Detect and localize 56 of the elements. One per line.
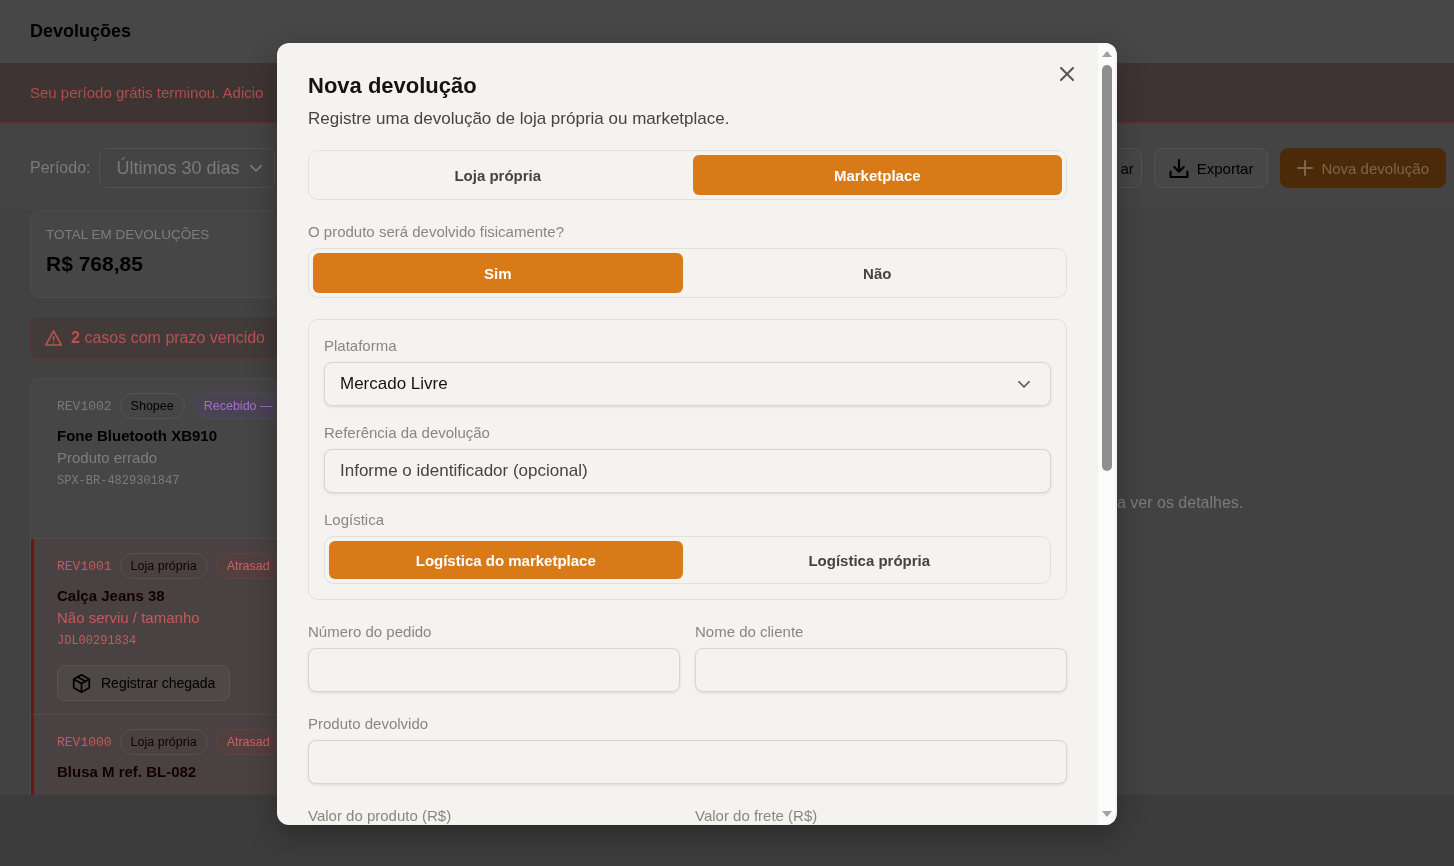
summary-value: R$ 768,85 xyxy=(46,251,144,277)
register-arrival-button[interactable]: Registrar chegada xyxy=(57,665,231,701)
field-label: O produto será devolvido fisicamente? xyxy=(308,222,565,242)
download-icon xyxy=(1168,158,1189,178)
tracking-code: JDL00291834 xyxy=(57,633,137,649)
return-card[interactable]: REV1000 Loja própria Atrasad Blusa M ref. BL-082 xyxy=(31,715,279,795)
warning-triangle-icon xyxy=(45,329,63,347)
field-label: Valor do produto (R$) xyxy=(308,806,453,825)
overdue-alert[interactable]: 2 casos com prazo vencido xyxy=(30,317,280,359)
field-label: Referência da devolução xyxy=(324,423,491,443)
text-field[interactable] xyxy=(695,648,1067,692)
scroll-down-arrow-icon[interactable] xyxy=(1101,811,1112,817)
return-card[interactable]: REV1001 Loja própria Atrasad Calça Jeans 38 Não serviu / tamanho JDL00291834 Registrar chegada xyxy=(31,539,279,715)
banner-text: Seu período grátis terminou. Adicio xyxy=(30,84,264,101)
segment-option[interactable]: Marketplace xyxy=(692,155,1062,195)
channel-tag: Loja própria xyxy=(119,553,208,579)
channel-tag: Loja própria xyxy=(119,729,208,755)
product-name: Fone Bluetooth XB910 xyxy=(57,427,217,445)
status-tag: Recebido — xyxy=(192,393,279,419)
return-reason: Não serviu / tamanho xyxy=(57,609,200,627)
return-id: REV1001 xyxy=(57,558,112,574)
segment-option[interactable]: Logística do marketplace xyxy=(329,541,683,579)
reference-field[interactable]: Informe o identificador (opcional) xyxy=(324,449,1051,493)
alert-text: 2 casos com prazo vencido xyxy=(71,329,265,347)
field-label: Logística xyxy=(324,510,386,530)
text-field[interactable] xyxy=(308,648,680,692)
page-title: Devoluções xyxy=(30,21,132,42)
chevron-down-icon xyxy=(249,164,262,172)
segment-option[interactable]: Sim xyxy=(313,253,683,293)
package-icon xyxy=(72,673,91,693)
close-icon xyxy=(1060,67,1074,81)
field-label: Nome do cliente xyxy=(695,622,805,642)
segment-option[interactable]: Logística própria xyxy=(692,541,1046,579)
channel-tag: Shopee xyxy=(119,393,185,419)
text-field[interactable] xyxy=(308,740,1067,784)
field-label: Plataforma xyxy=(324,336,398,356)
segment-option[interactable]: Loja própria xyxy=(313,155,683,195)
export-button[interactable]: Exportar xyxy=(1153,148,1269,188)
field-label: Número do pedido xyxy=(308,622,433,642)
scrollbar[interactable] xyxy=(1098,43,1115,825)
scroll-up-arrow-icon[interactable] xyxy=(1101,51,1112,57)
plus-icon xyxy=(1297,160,1314,176)
new-return-button[interactable]: Nova devolução xyxy=(1280,148,1446,188)
chevron-down-icon xyxy=(1018,380,1030,388)
product-name: Blusa M ref. BL-082 xyxy=(57,763,197,781)
field-label: Produto devolvido xyxy=(308,714,430,734)
scrollbar-thumb[interactable] xyxy=(1101,65,1112,471)
platform-select[interactable]: Mercado Livre xyxy=(324,362,1051,406)
dialog-title: Nova devolução xyxy=(308,72,478,100)
product-name: Calça Jeans 38 xyxy=(57,587,165,605)
field-label: Valor do frete (R$) xyxy=(695,806,819,825)
return-id: REV1000 xyxy=(57,734,112,750)
status-tag: Atrasad xyxy=(215,729,279,755)
segment-option[interactable]: Não xyxy=(692,253,1062,293)
status-tag: Atrasad xyxy=(215,553,279,579)
dialog-subtitle: Registre uma devolução de loja própria ou marketplace. xyxy=(308,108,731,130)
